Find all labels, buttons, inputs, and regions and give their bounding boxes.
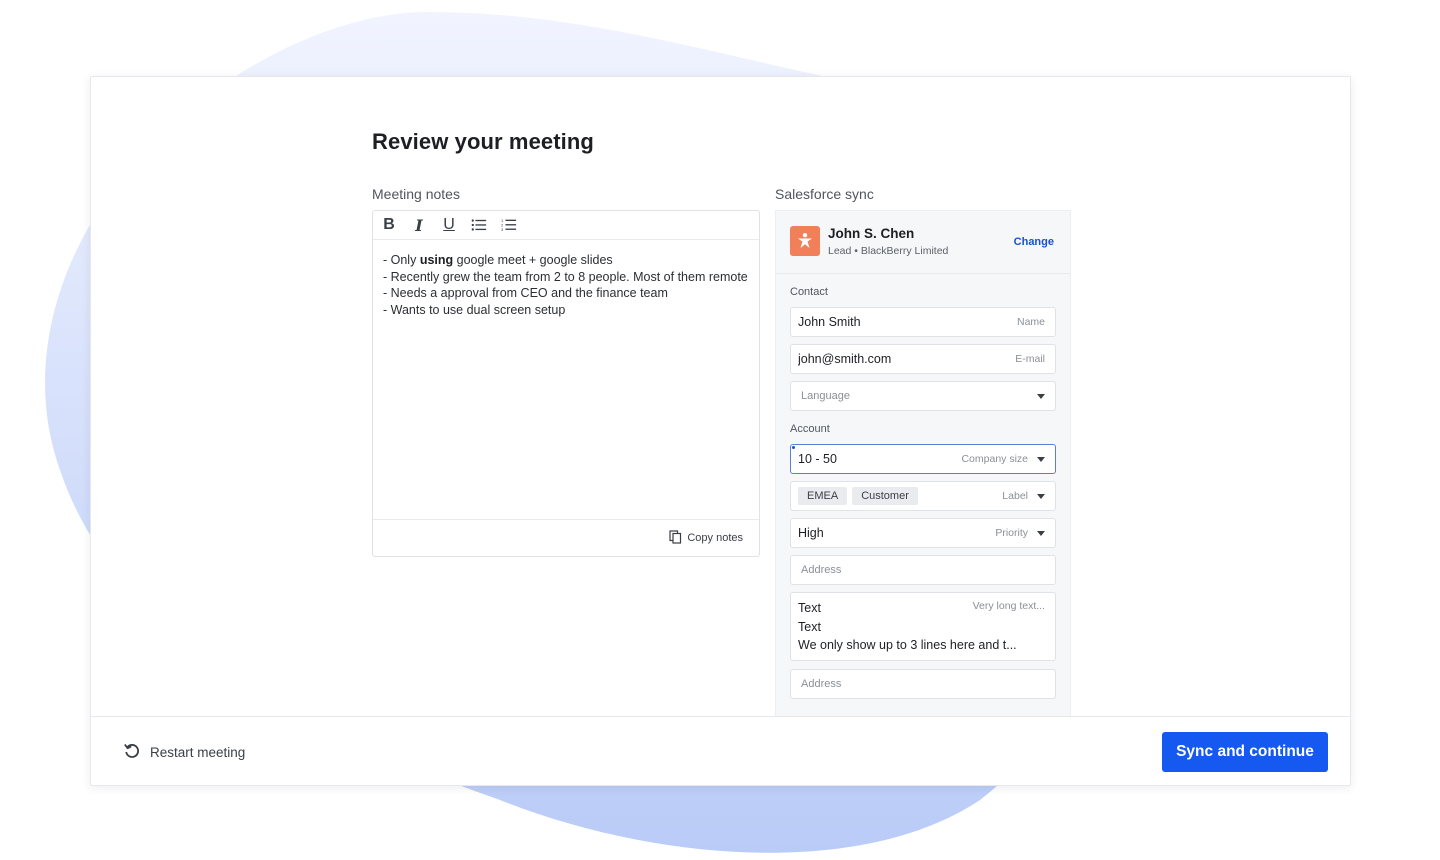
long-text-line: Text xyxy=(798,619,821,634)
underline-button[interactable]: U xyxy=(441,216,457,234)
address-field-2[interactable]: Address xyxy=(790,669,1056,699)
bold-button[interactable]: B xyxy=(381,216,397,234)
restart-icon xyxy=(123,742,141,763)
svg-text:3: 3 xyxy=(501,227,504,232)
salesforce-panel: John S. Chen Lead • BlackBerry Limited C… xyxy=(775,210,1071,785)
contact-email-field[interactable]: john@smith.com E-mail xyxy=(790,344,1056,374)
restart-meeting-label: Restart meeting xyxy=(150,745,246,760)
label-chip[interactable]: EMEA xyxy=(798,487,848,505)
address-field[interactable]: Address xyxy=(790,555,1056,585)
company-size-select[interactable]: 10 - 50 Company size xyxy=(790,444,1056,474)
numbered-list-icon[interactable]: 123 xyxy=(501,216,517,234)
label-chip[interactable]: Customer xyxy=(852,487,918,505)
account-group-label: Account xyxy=(790,423,830,435)
focus-indicator xyxy=(792,446,795,449)
language-select[interactable]: Language xyxy=(790,381,1056,411)
salesforce-sync-label: Salesforce sync xyxy=(775,186,874,202)
chevron-down-icon xyxy=(1037,530,1045,536)
meeting-notes-editor: B I U 123 - Only using google meet + goo… xyxy=(372,210,760,557)
note-line: - Recently grew the team from 2 to 8 peo… xyxy=(383,269,748,284)
note-line: - Only using google meet + google slides xyxy=(383,253,613,267)
chevron-down-icon xyxy=(1037,456,1045,462)
note-line: - Needs a approval from CEO and the fina… xyxy=(383,286,668,301)
footer-bar: Restart meeting Sync and continue xyxy=(91,716,1350,785)
note-line: - Wants to use dual screen setup xyxy=(383,302,566,317)
label-select[interactable]: EMEA Customer Label xyxy=(790,481,1056,511)
review-meeting-card: Review your meeting Meeting notes Salesf… xyxy=(90,76,1351,786)
salesforce-record-header: John S. Chen Lead • BlackBerry Limited C… xyxy=(776,211,1070,274)
record-name: John S. Chen xyxy=(828,226,915,241)
change-record-link[interactable]: Change xyxy=(1014,236,1054,248)
notes-toolbar: B I U 123 xyxy=(373,211,759,240)
long-text-field[interactable]: Text Text We only show up to 3 lines her… xyxy=(790,592,1056,661)
priority-select[interactable]: High Priority xyxy=(790,518,1056,548)
record-subtitle: Lead • BlackBerry Limited xyxy=(828,245,949,257)
contact-group-label: Contact xyxy=(790,286,828,298)
sync-and-continue-button[interactable]: Sync and continue xyxy=(1162,732,1328,772)
copy-notes-button[interactable]: Copy notes xyxy=(669,529,743,547)
notes-text-area[interactable]: - Only using google meet + google slides… xyxy=(373,240,759,318)
lead-avatar-icon xyxy=(790,226,820,256)
contact-name-field[interactable]: John Smith Name xyxy=(790,307,1056,337)
restart-meeting-button[interactable]: Restart meeting xyxy=(123,742,245,763)
meeting-notes-label: Meeting notes xyxy=(372,186,460,202)
notes-footer: Copy notes xyxy=(373,519,759,556)
copy-notes-label: Copy notes xyxy=(687,532,743,544)
chevron-down-icon xyxy=(1037,493,1045,499)
italic-button[interactable]: I xyxy=(411,216,427,235)
long-text-line: We only show up to 3 lines here and t... xyxy=(798,638,1017,652)
bulleted-list-icon[interactable] xyxy=(471,216,487,234)
page-title: Review your meeting xyxy=(372,129,594,154)
copy-icon xyxy=(669,529,682,547)
chevron-down-icon xyxy=(1037,393,1045,399)
